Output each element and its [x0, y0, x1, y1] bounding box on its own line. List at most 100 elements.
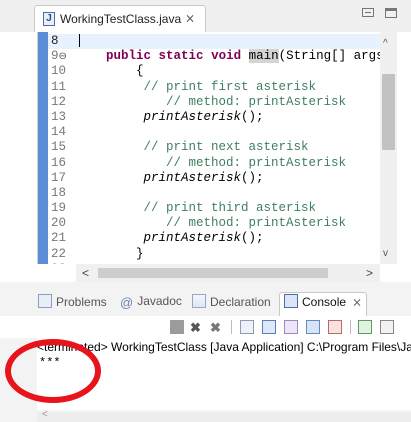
- code-editor[interactable]: 8 9⊖ public static void main(String[] arg…: [37, 32, 397, 264]
- scroll-right-icon[interactable]: >: [366, 266, 373, 280]
- tab-declaration[interactable]: Declaration: [192, 294, 271, 314]
- problems-icon: [38, 294, 52, 308]
- editor-tab-workingtestclass[interactable]: J WorkingTestClass.java ⨯: [34, 5, 206, 32]
- line-number: 8: [51, 34, 59, 48]
- toolbar-separator: [350, 320, 351, 334]
- scroll-down-icon[interactable]: v: [383, 248, 388, 259]
- editor-gutter: [38, 32, 48, 264]
- line-number: 22: [51, 246, 67, 261]
- code-line[interactable]: 17 printAsterisk();: [48, 171, 397, 186]
- code-token: ();: [241, 109, 264, 124]
- code-token: printAsterisk: [143, 170, 242, 185]
- console-icon: [284, 294, 298, 308]
- scroll-thumb[interactable]: [98, 268, 328, 278]
- toolbar-separator: [231, 320, 232, 334]
- code-token: {: [76, 64, 144, 79]
- text-caret: [79, 34, 80, 47]
- console-toolbar: ✖ ✖: [0, 316, 411, 338]
- code-line[interactable]: 16 // method: printAsterisk: [48, 156, 397, 171]
- display-console-icon[interactable]: [380, 320, 394, 334]
- line-number: 21: [51, 231, 67, 246]
- code-token: ();: [241, 231, 264, 246]
- code-lines: 8 9⊖ public static void main(String[] arg…: [48, 34, 397, 264]
- code-token: }: [76, 246, 144, 261]
- clear-console-icon[interactable]: [240, 320, 254, 334]
- code-line[interactable]: 13 printAsterisk();: [48, 110, 397, 125]
- show-on-error-icon[interactable]: [328, 320, 342, 334]
- console-horizontal-scrollbar[interactable]: <: [37, 409, 411, 422]
- terminate-icon[interactable]: [170, 320, 184, 334]
- scroll-left-icon[interactable]: <: [82, 266, 89, 280]
- code-line[interactable]: 12 // method: printAsterisk: [48, 95, 397, 110]
- line-number: 15: [51, 140, 67, 155]
- show-on-output-icon[interactable]: [306, 320, 320, 334]
- close-icon[interactable]: ⨯: [185, 11, 195, 25]
- editor-vertical-scrollbar[interactable]: ^ v: [380, 32, 397, 264]
- code-line[interactable]: 8: [48, 34, 397, 50]
- code-token: // print third asterisk: [76, 201, 317, 216]
- remove-all-icon[interactable]: ✖: [210, 320, 224, 335]
- line-number: 17: [51, 170, 67, 185]
- remove-launch-icon[interactable]: ✖: [190, 320, 204, 335]
- line-number: 16: [51, 155, 67, 170]
- declaration-icon: [192, 294, 206, 308]
- fold-icon[interactable]: ⊖: [59, 52, 67, 63]
- code-line[interactable]: 9⊖ public static void main(String[] args…: [48, 49, 397, 64]
- tab-label: Console: [302, 295, 347, 309]
- code-line[interactable]: 22 }: [48, 247, 397, 262]
- scroll-left-icon[interactable]: <: [42, 409, 48, 420]
- tab-label: Declaration: [210, 295, 271, 309]
- code-token: static: [158, 49, 204, 64]
- line-number: 11: [51, 79, 67, 94]
- line-number: 19: [51, 201, 67, 216]
- line-number: 12: [51, 94, 67, 109]
- line-number: 13: [51, 109, 67, 124]
- code-line[interactable]: 11 // print first asterisk: [48, 80, 397, 95]
- code-line[interactable]: 20 // method: printAsterisk: [48, 216, 397, 231]
- code-token: // method: printAsterisk: [76, 94, 347, 109]
- line-number: 20: [51, 216, 67, 231]
- code-token: printAsterisk: [143, 109, 242, 124]
- code-token: printAsterisk: [143, 231, 242, 246]
- tab-label: Problems: [56, 295, 107, 309]
- tab-console[interactable]: Console ⨯: [279, 292, 368, 316]
- red-annotation-circle: [5, 339, 101, 403]
- java-file-icon: J: [43, 12, 55, 26]
- pin-console-icon[interactable]: [358, 320, 372, 334]
- tab-label: Javadoc: [137, 294, 182, 308]
- close-icon[interactable]: ⨯: [352, 295, 362, 309]
- scroll-up-icon[interactable]: ^: [383, 38, 388, 49]
- code-line[interactable]: 19 // print third asterisk: [48, 201, 397, 216]
- code-line[interactable]: 10 {: [48, 64, 397, 79]
- code-token: main: [248, 49, 279, 64]
- maximize-icon[interactable]: [385, 8, 397, 18]
- javadoc-icon: @: [120, 295, 134, 310]
- line-number: 9⊖: [51, 49, 67, 64]
- editor-tab-bar: J WorkingTestClass.java ⨯: [0, 0, 411, 32]
- console-status-line: <terminated> WorkingTestClass [Java Appl…: [37, 340, 411, 354]
- line-number: 14: [51, 125, 67, 140]
- tab-javadoc[interactable]: @ Javadoc: [120, 294, 182, 314]
- editor-horizontal-scrollbar[interactable]: < >: [76, 264, 380, 282]
- editor-tab-title: WorkingTestClass.java: [60, 12, 182, 26]
- code-token: (String[] args): [278, 49, 392, 64]
- scroll-thumb[interactable]: [382, 74, 395, 150]
- minimize-icon[interactable]: [362, 8, 374, 17]
- code-token: ();: [241, 170, 264, 185]
- code-token: // print first asterisk: [76, 79, 317, 94]
- tab-problems[interactable]: Problems: [38, 294, 107, 314]
- code-token: // method: printAsterisk: [76, 155, 347, 170]
- word-wrap-icon[interactable]: [284, 320, 298, 334]
- code-line[interactable]: 18: [48, 186, 397, 201]
- line-number: 10: [51, 64, 67, 79]
- code-line[interactable]: 14: [48, 125, 397, 140]
- scroll-lock-icon[interactable]: [262, 320, 276, 334]
- code-line[interactable]: 21 printAsterisk();: [48, 231, 397, 246]
- code-line[interactable]: 15 // print next asterisk: [48, 140, 397, 155]
